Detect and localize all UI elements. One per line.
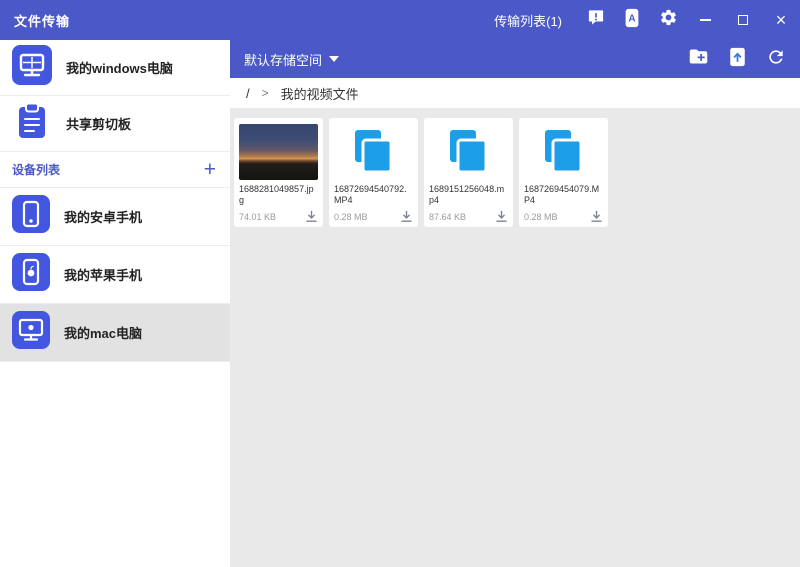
mac-icon [12,311,50,354]
file-card[interactable]: 16872694540792.MP4 0.28 MB [329,118,418,227]
download-button[interactable] [495,210,508,223]
refresh-icon [766,47,786,72]
android-phone-icon [12,195,50,238]
refresh-button[interactable] [766,47,786,72]
clipboard-icon [12,101,52,146]
minimize-icon [699,19,711,21]
sidebar-item-label: 共享剪切板 [66,117,132,132]
close-button[interactable]: × [762,0,800,40]
storage-dropdown-label: 默认存储空间 [244,52,323,68]
file-name: 1689151256048.mp4 [429,184,505,205]
video-file-icon [524,124,603,180]
breadcrumb: / > 我的视频文件 [230,78,800,108]
storage-toolbar: 默认存储空间 [230,40,800,78]
storage-dropdown[interactable]: 默认存储空间 [244,50,340,69]
breadcrumb-current[interactable]: 我的视频文件 [281,84,359,103]
maximize-icon [738,15,748,25]
phone-a-icon: A [624,8,640,33]
card-footer: 0.28 MB [334,210,413,223]
sidebar-item-mac[interactable]: 我的mac电脑 [0,304,230,362]
sidebar-item-label: 我的苹果手机 [64,268,143,283]
chevron-down-icon [329,56,340,62]
feedback-icon [586,8,606,32]
sidebar-item-label: 我的安卓手机 [64,210,143,225]
breadcrumb-separator: > [261,86,269,100]
transfer-list-button[interactable]: 传输列表(1) [494,11,562,30]
iphone-icon [12,253,50,296]
card-footer: 74.01 KB [239,210,318,223]
sidebar-item-iphone[interactable]: 我的苹果手机 [0,246,230,304]
feedback-button[interactable] [578,0,614,40]
video-file-icon [429,124,508,180]
sidebar-item-android-phone[interactable]: 我的安卓手机 [0,188,230,246]
file-name: 1687269454079.MP4 [524,184,600,205]
windows-pc-icon [12,45,52,90]
app-body: 我的windows电脑 共享剪切板 设备列表 + 我的安卓手机 我的苹果手机 我… [0,40,800,567]
send-file-icon [729,47,746,72]
settings-button[interactable] [650,0,686,40]
image-thumbnail [239,124,318,180]
file-name: 16872694540792.MP4 [334,184,407,205]
connect-device-button[interactable]: A [614,0,650,40]
card-footer: 0.28 MB [524,210,603,223]
add-device-button[interactable]: + [204,159,216,180]
file-card[interactable]: 1687269454079.MP4 0.28 MB [519,118,608,227]
file-card[interactable]: 1688281049857.jpg 74.01 KB [234,118,323,227]
download-button[interactable] [400,210,413,223]
app-title: 文件传输 [14,13,71,29]
sidebar-item-label: 我的mac电脑 [64,326,143,341]
new-folder-button[interactable] [688,46,709,72]
download-button[interactable] [590,210,603,223]
folder-plus-icon [688,46,709,72]
sidebar-item-clipboard[interactable]: 共享剪切板 [0,96,230,152]
file-size: 0.28 MB [334,211,368,222]
device-list-label: 设备列表 [12,163,61,177]
sidebar-item-windows-pc[interactable]: 我的windows电脑 [0,40,230,96]
minimize-button[interactable] [686,0,724,40]
toolbar-actions [688,46,786,72]
sidebar-item-label: 我的windows电脑 [66,61,173,76]
main-panel: 默认存储空间 / > 我的视频文件 1688281049857.jpg 74.0… [230,40,800,567]
file-card[interactable]: 1689151256048.mp4 87.64 KB [424,118,513,227]
sidebar: 我的windows电脑 共享剪切板 设备列表 + 我的安卓手机 我的苹果手机 我… [0,40,230,567]
video-file-icon [334,124,413,180]
file-name: 1688281049857.jpg [239,184,314,205]
card-footer: 87.64 KB [429,210,508,223]
send-file-button[interactable] [729,47,746,72]
titlebar-right: 传输列表(1) A × [494,0,800,40]
file-size: 87.64 KB [429,211,467,222]
device-list-header: 设备列表 + [0,152,230,188]
file-grid: 1688281049857.jpg 74.01 KB 1687269454079… [230,108,800,227]
download-button[interactable] [305,210,318,223]
titlebar: 文件传输 传输列表(1) A × [0,0,800,40]
file-size: 0.28 MB [524,211,558,222]
file-size: 74.01 KB [239,211,277,222]
gear-icon [659,8,678,32]
svg-text:A: A [628,13,635,24]
maximize-button[interactable] [724,0,762,40]
breadcrumb-root[interactable]: / [246,86,250,101]
